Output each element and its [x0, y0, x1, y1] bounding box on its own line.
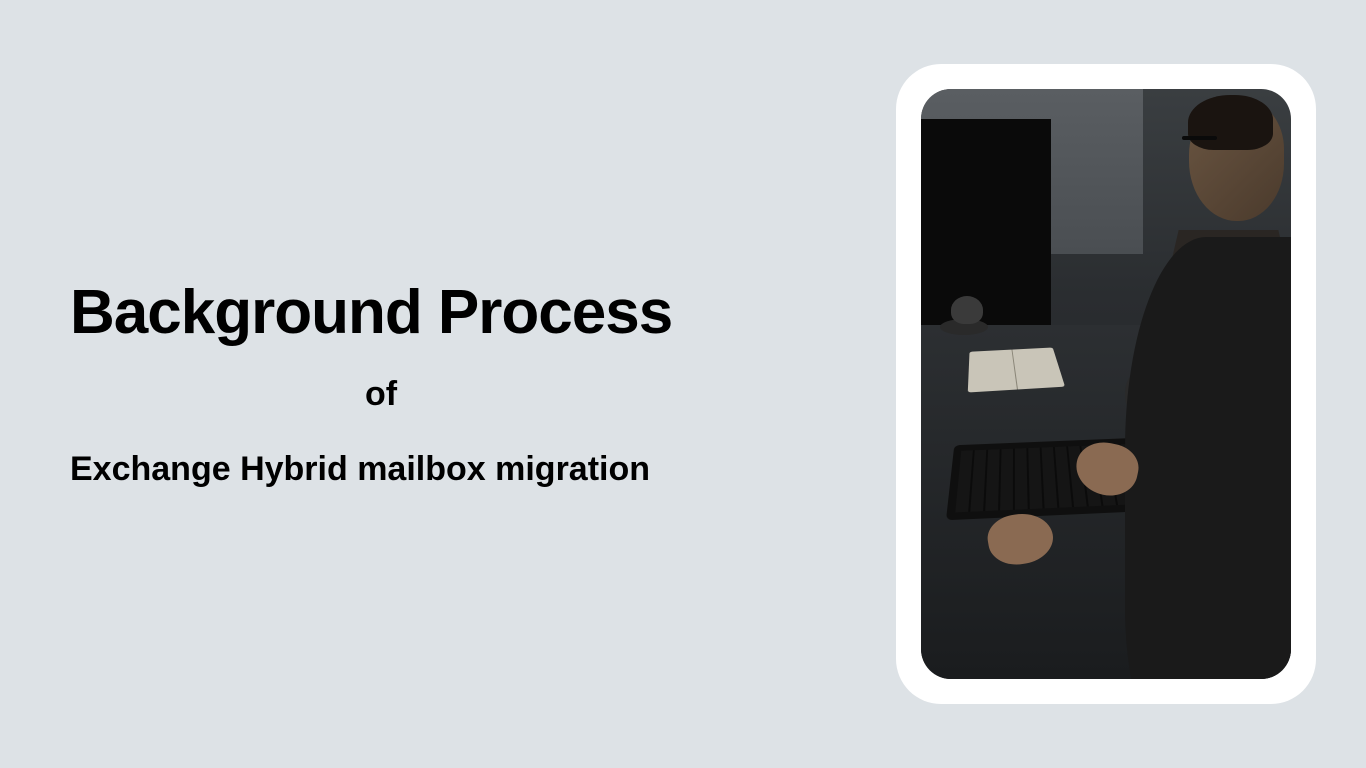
photo-person-body	[1125, 237, 1292, 680]
subject-heading: Exchange Hybrid mailbox migration	[70, 450, 896, 489]
main-heading: Background Process	[70, 279, 896, 347]
image-frame	[896, 64, 1316, 704]
connector-word: of	[365, 375, 896, 414]
photo-cup	[951, 296, 983, 324]
photo-monitor	[921, 119, 1051, 355]
hero-photo	[921, 89, 1291, 679]
photo-glasses	[1182, 136, 1217, 140]
text-content-area: Background Process of Exchange Hybrid ma…	[0, 279, 896, 489]
photo-notebook	[968, 347, 1065, 392]
photo-person-hair	[1188, 95, 1273, 150]
